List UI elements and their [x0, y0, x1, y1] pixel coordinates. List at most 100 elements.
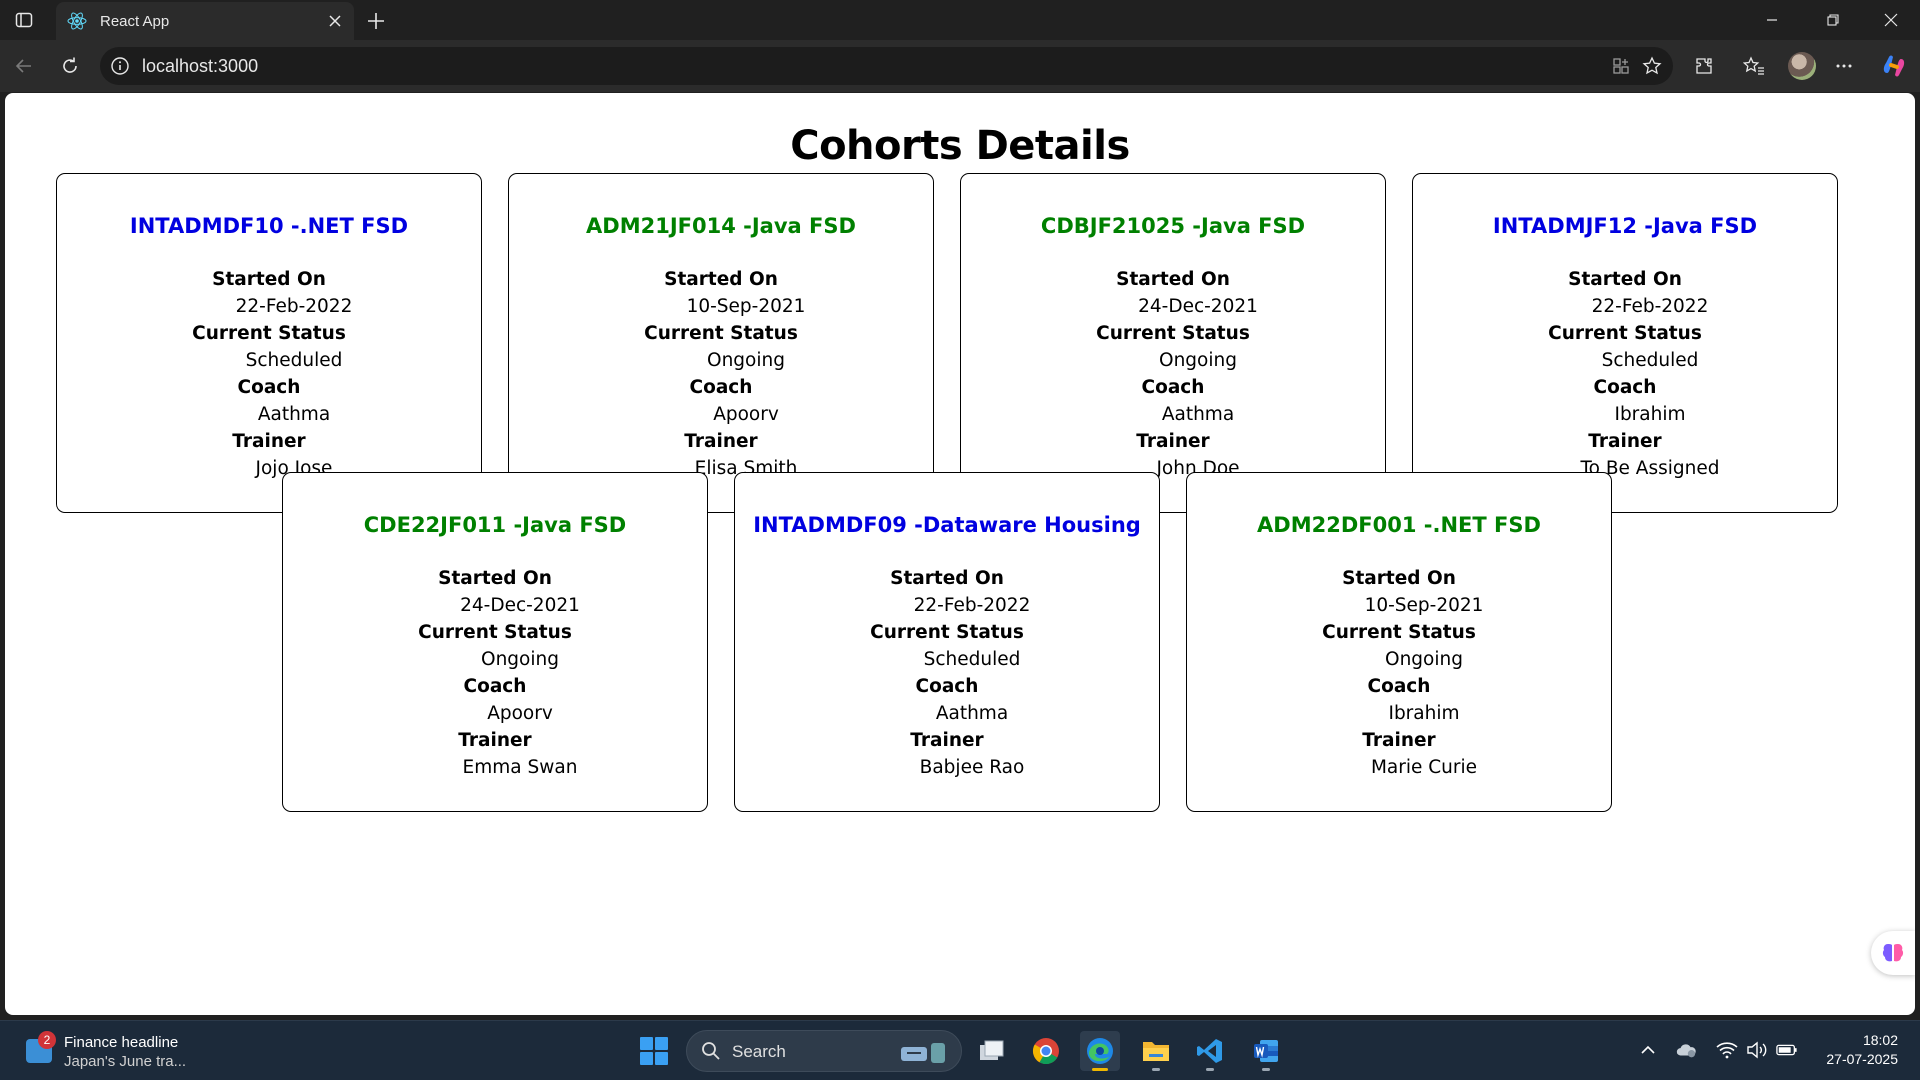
field-label-current-status: Current Status — [644, 323, 798, 344]
field-value-coach: Aathma — [935, 703, 1009, 724]
field-value-coach: Aathma — [257, 404, 331, 425]
extensions-icon[interactable] — [1688, 50, 1720, 82]
cohort-card: CDBJF21025 -Java FSD Started On 24-Dec-202… — [960, 173, 1386, 513]
tab-actions-icon[interactable] — [10, 8, 38, 32]
task-view-icon[interactable] — [972, 1031, 1012, 1071]
search-icon — [702, 1042, 720, 1060]
field-label-current-status: Current Status — [1322, 622, 1476, 643]
chrome-icon[interactable] — [1026, 1031, 1066, 1071]
address-bar[interactable]: localhost:3000 — [100, 47, 1673, 85]
field-value-status: Ongoing — [1159, 350, 1237, 371]
refresh-icon[interactable] — [54, 50, 86, 82]
browser-tab[interactable]: React App — [56, 2, 354, 40]
back-arrow-icon[interactable] — [8, 50, 40, 82]
field-value-coach: Ibrahim — [1388, 703, 1460, 724]
cohort-title: INTADMJF12 -Java FSD — [1492, 214, 1758, 238]
browser-tab-strip: React App — [0, 0, 1920, 40]
more-options-icon[interactable] — [1828, 50, 1860, 82]
field-value-coach: Ibrahim — [1614, 404, 1686, 425]
assistant-icon[interactable] — [1871, 931, 1915, 975]
close-tab-icon[interactable] — [322, 8, 348, 34]
page-title: Cohorts Details — [790, 123, 1130, 169]
field-value-started-on: 22-Feb-2022 — [235, 296, 353, 317]
field-value-status: Scheduled — [1601, 350, 1699, 371]
field-value-started-on: 10-Sep-2021 — [1364, 595, 1484, 616]
field-label-trainer: Trainer — [1362, 730, 1436, 751]
browser-toolbar: localhost:3000 — [0, 40, 1920, 92]
file-explorer-icon[interactable] — [1136, 1031, 1176, 1071]
field-value-status: Scheduled — [923, 649, 1021, 670]
word-running-indicator — [1262, 1068, 1270, 1071]
cohort-title: ADM22DF001 -.NET FSD — [1257, 513, 1541, 537]
wifi-icon[interactable] — [1716, 1039, 1738, 1061]
field-value-started-on: 10-Sep-2021 — [686, 296, 806, 317]
field-value-trainer: Marie Curie — [1370, 757, 1478, 778]
field-label-current-status: Current Status — [418, 622, 572, 643]
field-label-trainer: Trainer — [684, 431, 758, 452]
word-icon[interactable] — [1246, 1031, 1286, 1071]
field-value-coach: Apoorv — [487, 703, 553, 724]
site-info-icon[interactable] — [110, 56, 130, 76]
field-label-started-on: Started On — [1116, 269, 1230, 290]
cohort-details: Started On 24-Dec-2021 Current Status Ongoi… — [283, 565, 707, 781]
cohort-details: Started On 10-Sep-2021 Current Status Ongoi… — [509, 266, 933, 482]
notification-badge: 2 — [38, 1031, 56, 1049]
field-value-status: Ongoing — [707, 350, 785, 371]
clock-date: 27-07-2025 — [1826, 1051, 1898, 1067]
taskbar-search[interactable]: Search — [686, 1030, 962, 1072]
cohort-title: INTADMDF09 -Dataware Housing — [753, 513, 1141, 537]
field-label-trainer: Trainer — [232, 431, 306, 452]
field-value-started-on: 24-Dec-2021 — [1138, 296, 1258, 317]
battery-icon[interactable] — [1776, 1039, 1798, 1061]
field-label-started-on: Started On — [212, 269, 326, 290]
system-clock[interactable]: 18:02 27-07-2025 — [1818, 1031, 1898, 1069]
field-label-current-status: Current Status — [1548, 323, 1702, 344]
clock-time: 18:02 — [1862, 1032, 1898, 1048]
page-viewport: Cohorts Details INTADMDF10 -.NET FSD Star… — [5, 93, 1915, 1015]
cohort-card: ADM21JF014 -Java FSD Started On 10-Sep-202… — [508, 173, 934, 513]
field-label-coach: Coach — [1367, 676, 1431, 697]
favorite-star-icon[interactable] — [1641, 55, 1663, 77]
profile-avatar[interactable] — [1788, 52, 1816, 80]
field-value-started-on: 22-Feb-2022 — [1591, 296, 1709, 317]
restore-icon[interactable] — [1810, 0, 1856, 40]
cohort-title: INTADMDF10 -.NET FSD — [129, 214, 409, 238]
search-label: Search — [732, 1042, 786, 1061]
field-value-status: Scheduled — [245, 350, 343, 371]
cohort-card: INTADMDF09 -Dataware Housing Started On 22… — [734, 472, 1160, 812]
field-label-trainer: Trainer — [910, 730, 984, 751]
windows-taskbar: 2 Finance headline Japan's June tra... S… — [0, 1020, 1920, 1080]
cohort-title: CDE22JF011 -Java FSD — [363, 513, 627, 537]
minimize-icon[interactable] — [1749, 0, 1795, 40]
field-value-trainer: Emma Swan — [462, 757, 578, 778]
edge-icon[interactable] — [1080, 1031, 1120, 1071]
field-label-coach: Coach — [1141, 377, 1205, 398]
chevron-up-icon[interactable] — [1637, 1039, 1659, 1061]
copilot-icon[interactable] — [1878, 50, 1910, 82]
app-available-icon[interactable] — [1610, 55, 1632, 77]
cohort-card: INTADMJF12 -Java FSD Started On 22-Feb-202… — [1412, 173, 1838, 513]
url-text: localhost:3000 — [142, 56, 259, 76]
onedrive-icon[interactable] — [1675, 1039, 1697, 1061]
field-label-current-status: Current Status — [192, 323, 346, 344]
windows-start-icon[interactable] — [640, 1037, 668, 1065]
field-label-trainer: Trainer — [1588, 431, 1662, 452]
cohort-card: INTADMDF10 -.NET FSD Started On 22-Feb-202… — [56, 173, 482, 513]
field-value-status: Ongoing — [1385, 649, 1463, 670]
field-label-started-on: Started On — [664, 269, 778, 290]
edge-running-indicator — [1092, 1068, 1108, 1071]
field-label-coach: Coach — [689, 377, 753, 398]
new-tab-icon[interactable] — [362, 7, 390, 35]
favorites-icon[interactable] — [1738, 50, 1770, 82]
cohort-details: Started On 22-Feb-2022 Current Status Sched… — [735, 565, 1159, 781]
cohort-title: ADM21JF014 -Java FSD — [586, 214, 856, 238]
news-widget[interactable]: 2 Finance headline Japan's June tra... — [22, 1031, 202, 1071]
tab-title: React App — [100, 12, 170, 30]
volume-icon[interactable] — [1746, 1039, 1768, 1061]
field-label-started-on: Started On — [1342, 568, 1456, 589]
vscode-icon[interactable] — [1190, 1031, 1230, 1071]
close-window-icon[interactable] — [1868, 0, 1914, 40]
vscode-running-indicator — [1206, 1068, 1214, 1071]
search-highlight-icon — [901, 1043, 945, 1063]
field-label-trainer: Trainer — [1136, 431, 1210, 452]
